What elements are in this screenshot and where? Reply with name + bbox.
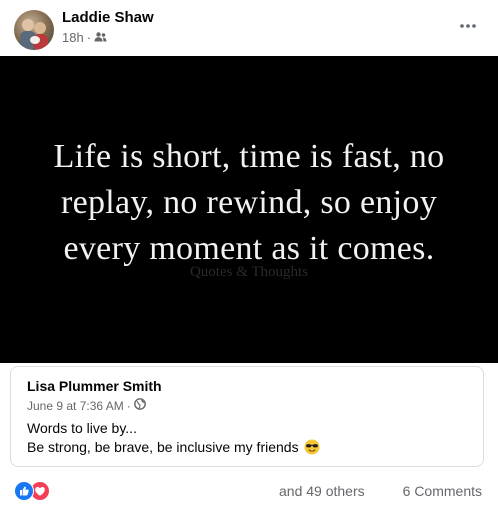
post-author[interactable]: Laddie Shaw [62,9,154,26]
comments-count[interactable]: 6 Comments [403,483,482,499]
post-footer: and 49 others 6 Comments [0,476,498,506]
shared-text-line: Words to live by... [27,420,137,436]
sunglasses-emoji-icon [304,439,320,455]
friends-icon [94,30,107,45]
post-time[interactable]: 18h [62,30,84,45]
quote-line: Life is short, time is fast, no [53,138,445,175]
meta-separator: · [126,398,131,413]
shared-text: Words to live by... Be strong, be brave,… [27,419,320,457]
post-header: Laddie Shaw 18h · [0,0,498,56]
image-watermark: Quotes & Thoughts [189,264,309,280]
shared-post-card[interactable]: Lisa Plummer Smith June 9 at 7:36 AM · W… [10,366,484,467]
more-options-icon[interactable] [456,14,480,38]
post-image[interactable]: Life is short, time is fast, no replay, … [0,56,498,363]
avatar[interactable] [14,10,54,50]
shared-date[interactable]: June 9 at 7:36 AM [27,399,124,413]
shared-text-body: Be strong, be brave, be inclusive my fri… [27,439,299,455]
post-meta: 18h · [62,30,107,45]
reactions-count[interactable]: and 49 others [279,483,365,499]
shared-text-line-2: Be strong, be brave, be inclusive my fri… [27,438,320,457]
reaction-icons[interactable] [14,481,50,501]
quote-text: Life is short, time is fast, no replay, … [0,134,498,272]
shared-author[interactable]: Lisa Plummer Smith [27,378,162,394]
globe-icon [133,398,146,413]
meta-separator: · [86,30,92,45]
shared-meta: June 9 at 7:36 AM · [27,398,146,413]
quote-line: replay, no rewind, so enjoy [60,184,438,221]
like-reaction-icon [14,481,34,501]
